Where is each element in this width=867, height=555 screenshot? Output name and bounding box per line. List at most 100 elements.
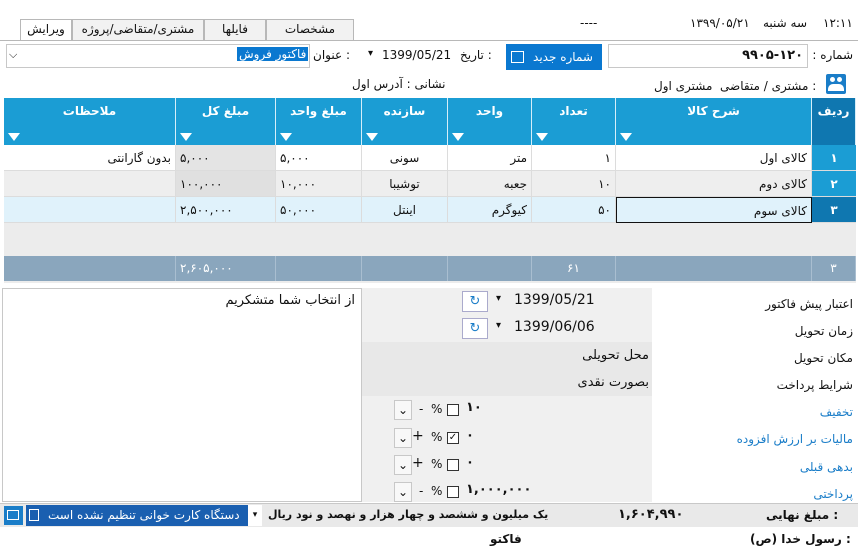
delivery-place-value[interactable]: محل تحویلی: [582, 348, 649, 363]
summary-quantity: ۶۱: [532, 256, 616, 281]
cell-maker[interactable]: توشیبا: [362, 171, 448, 197]
filter-icon[interactable]: [536, 133, 548, 141]
invoice-number-value: ۹۹۰۵-۱۲۰: [742, 48, 803, 63]
invoice-number-label: شماره :: [812, 48, 853, 62]
card-reader-dropdown-icon[interactable]: ▾: [248, 505, 262, 526]
tab-files[interactable]: فایلها: [204, 19, 266, 40]
calculator-icon: [511, 51, 524, 63]
column-header-total[interactable]: مبلغ کل: [176, 98, 276, 145]
cell-quantity[interactable]: ۱: [532, 145, 616, 171]
card-reader-select[interactable]: دستگاه کارت خوانی تنظیم نشده است ▾: [26, 505, 262, 526]
tab-edit[interactable]: ویرایش: [20, 19, 72, 41]
customer-value[interactable]: مشتری اول: [654, 79, 712, 93]
cell-unit[interactable]: جعبه: [448, 171, 532, 197]
title-dropdown-icon[interactable]: ⌵: [9, 48, 17, 62]
plus-icon[interactable]: +: [412, 455, 424, 471]
cell-unit-price[interactable]: ۵۰,۰۰۰: [276, 197, 362, 223]
prev-debt-label[interactable]: بدهی قبلی: [800, 460, 853, 474]
cell-description[interactable]: کالای سوم: [616, 197, 812, 223]
vat-stepper-down[interactable]: ⌄: [394, 428, 412, 448]
discount-stepper-down[interactable]: ⌄: [394, 400, 412, 420]
cell-notes[interactable]: [4, 171, 176, 197]
payment-terms-value[interactable]: بصورت نقدی: [578, 375, 649, 390]
vat-percent-checkbox[interactable]: ✓: [447, 432, 459, 444]
cell-notes[interactable]: بدون گارانتی: [4, 145, 176, 171]
cell-description[interactable]: کالای اول: [616, 145, 812, 171]
day-name: سه شنبه: [763, 16, 808, 30]
prev-debt-value[interactable]: ۰: [466, 455, 474, 470]
top-bar: ۱۲:۱۱ سه شنبه ۱۳۹۹/۰۵/۲۱ ---- ویرایش مشت…: [0, 0, 867, 41]
filter-icon[interactable]: [180, 133, 192, 141]
payment-value[interactable]: ۱,۰۰۰,۰۰۰: [466, 482, 531, 497]
debt-stepper-down[interactable]: ⌄: [394, 455, 412, 475]
card-reader-icon: [29, 509, 39, 521]
minus-icon[interactable]: -: [419, 402, 423, 416]
vat-value[interactable]: ۰: [466, 428, 474, 443]
delivery-time-dropdown-icon[interactable]: ▾: [496, 320, 501, 331]
column-header-description[interactable]: شرح کالا: [616, 98, 812, 145]
final-amount-value: ۱,۶۰۴,۹۹۰: [618, 507, 684, 522]
title-label: عنوان :: [313, 48, 350, 62]
delivery-refresh-icon[interactable]: ↻: [462, 318, 488, 339]
cell-quantity[interactable]: ۵۰: [532, 197, 616, 223]
current-date: ۱۳۹۹/۰۵/۲۱: [690, 16, 750, 30]
date-dropdown-icon[interactable]: ▾: [368, 48, 373, 59]
column-header-unit-price[interactable]: مبلغ واحد: [276, 98, 362, 145]
discount-label[interactable]: تخفیف: [820, 405, 853, 419]
vat-label[interactable]: مالیات بر ارزش افزوده: [737, 432, 853, 446]
discount-percent-checkbox[interactable]: [447, 404, 459, 416]
payment-stepper-down[interactable]: ⌄: [394, 482, 412, 502]
percent-sign: %: [431, 484, 443, 498]
column-header-maker[interactable]: سازنده: [362, 98, 448, 145]
payment-label[interactable]: پرداختی: [813, 487, 853, 501]
filter-icon[interactable]: [620, 133, 632, 141]
cell-quantity[interactable]: ۱۰: [532, 171, 616, 197]
cell-unit[interactable]: متر: [448, 145, 532, 171]
plus-icon[interactable]: +: [412, 428, 424, 444]
filter-icon[interactable]: [366, 133, 378, 141]
delivery-time-value[interactable]: 1399/06/06: [514, 319, 595, 335]
cell-unit-price[interactable]: ۵,۰۰۰: [276, 145, 362, 171]
cell-notes[interactable]: [4, 197, 176, 223]
calculator-icon[interactable]: [4, 506, 23, 525]
column-header-notes[interactable]: ملاحظات: [4, 98, 176, 145]
minus-icon[interactable]: -: [419, 484, 423, 498]
invoice-number-field[interactable]: ۹۹۰۵-۱۲۰: [608, 44, 808, 68]
info-placeholder: ----: [580, 16, 598, 30]
items-table: ردیف شرح کالا تعداد واحد سازنده مبلغ واح…: [4, 98, 856, 283]
cell-unit-price[interactable]: ۱۰,۰۰۰: [276, 171, 362, 197]
status-bar: دستگاه کارت خوانی تنظیم نشده است ▾ یک می…: [0, 503, 858, 527]
validity-value[interactable]: 1399/05/21: [514, 292, 595, 308]
delivery-time-label: زمان تحویل: [794, 324, 853, 338]
payment-percent-checkbox[interactable]: [447, 486, 459, 498]
card-reader-status: دستگاه کارت خوانی تنظیم نشده است: [48, 508, 240, 522]
customers-icon[interactable]: [826, 74, 846, 94]
tab-customer-project[interactable]: مشتری/متقاضی/پروژه: [72, 19, 204, 40]
customer-label: مشتری / متقاضی :: [720, 79, 817, 93]
cell-maker[interactable]: اینتل: [362, 197, 448, 223]
column-header-unit[interactable]: واحد: [448, 98, 532, 145]
debt-percent-checkbox[interactable]: [447, 459, 459, 471]
validity-dropdown-icon[interactable]: ▾: [496, 293, 501, 304]
percent-sign: %: [431, 457, 443, 471]
validity-refresh-icon[interactable]: ↻: [462, 291, 488, 312]
column-header-row-number[interactable]: ردیف: [812, 98, 856, 145]
cell-unit[interactable]: کیوگرم: [448, 197, 532, 223]
column-header-quantity[interactable]: تعداد: [532, 98, 616, 145]
cell-total: ۲,۵۰۰,۰۰۰: [176, 197, 276, 223]
date-value[interactable]: 1399/05/21: [382, 48, 451, 62]
delivery-place-label: مکان تحویل: [793, 351, 853, 365]
filter-icon[interactable]: [8, 133, 20, 141]
discount-value[interactable]: ۱۰: [466, 400, 482, 415]
tab-details[interactable]: مشخصات: [266, 19, 354, 40]
new-number-button[interactable]: شماره جدید: [506, 44, 602, 70]
filter-icon[interactable]: [280, 133, 292, 141]
title-field[interactable]: ⌵ فاکتور فروش: [6, 44, 310, 68]
notes-textarea[interactable]: از انتخاب شما متشکریم: [2, 288, 362, 502]
summary-count: ۳: [812, 256, 856, 281]
filter-icon[interactable]: [452, 133, 464, 141]
cell-description[interactable]: کالای دوم: [616, 171, 812, 197]
tab-divider: [0, 40, 858, 41]
clock: ۱۲:۱۱: [823, 16, 853, 30]
cell-maker[interactable]: سونی: [362, 145, 448, 171]
